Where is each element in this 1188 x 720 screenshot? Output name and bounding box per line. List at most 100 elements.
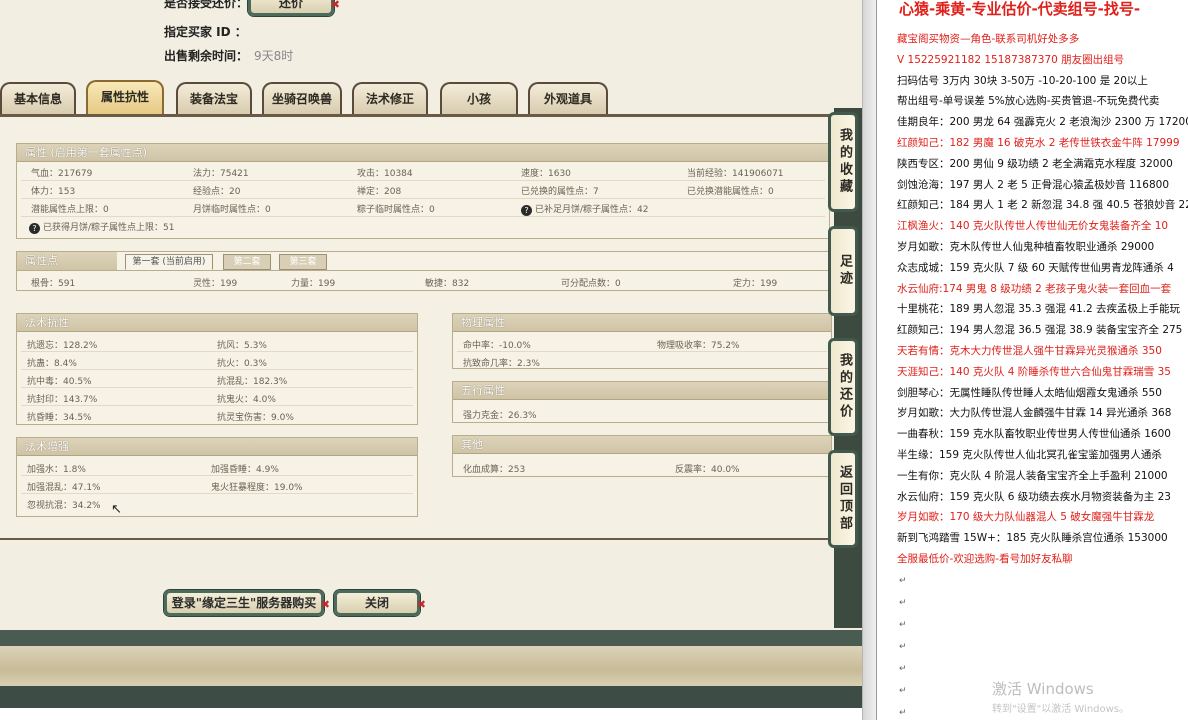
resist-lingbao: 抗灵宝伤害：9.0% — [217, 413, 294, 423]
tab-basic-info[interactable]: 基本信息 — [0, 82, 76, 114]
mouse-cursor-icon: ↖ — [111, 502, 122, 517]
activate-windows-watermark: 激活 Windows — [992, 680, 1094, 698]
tab-attributes[interactable]: 属性抗性 — [86, 80, 164, 114]
boost-water: 加强水：1.8% — [27, 465, 86, 475]
attr-mp: 法力：75421 — [193, 169, 249, 179]
note-line: 陕西专区：200 男仙 9 级功绩 2 老全满霜克水程度 32000 — [897, 157, 1173, 170]
point-spirit: 灵性：199 — [193, 279, 238, 289]
tab-equipment[interactable]: 装备法宝 — [176, 82, 252, 114]
note-line: 天涯知己：140 克火队 4 阶睡杀传世六合仙鬼甘霖瑞雪 35 — [897, 365, 1171, 378]
login-buy-button[interactable]: 登录"缘定三生"服务器购买 ✖ — [164, 590, 330, 616]
resist-ghostfire: 抗鬼火：4.0% — [217, 395, 276, 405]
attr-speed: 速度：1630 — [521, 169, 571, 179]
activate-windows-subtext: 转到"设置"以激活 Windows。 — [992, 704, 1130, 715]
note-line: 众志成城：159 克火队 7 级 60 天赋传世仙男青龙阵通杀 4 — [897, 261, 1174, 274]
other-panel: 其他 化血成算：253 反震率：40.0% — [452, 435, 832, 477]
attr-exp-points: 经验点：20 — [193, 187, 241, 197]
attr-exchanged-potential: 已兑换潜能属性点：0 — [687, 187, 774, 197]
attr-attack: 攻击：10384 — [357, 169, 413, 179]
note-line: 扫码估号 3万内 30块 3-50万 -10-20-100 是 20以上 — [897, 74, 1148, 87]
note-line: 剑胆琴心：无属性睡队传世睡人太皓仙烟霞女鬼通杀 550 — [897, 386, 1162, 399]
note-line: 一生有你：克火队 4 阶混人装备宝宝齐全上手盈利 21000 — [897, 469, 1168, 482]
paragraph-mark-icon: ↵ — [899, 597, 907, 608]
notes-document[interactable]: 心猿-乘黄-专业估价-代卖组号-找号- 藏宝阁买物资—角色-联系司机好处多多 V … — [876, 0, 1188, 720]
anti-crit: 抗致命几率：2.3% — [463, 359, 540, 369]
paragraph-mark-icon: ↵ — [899, 575, 907, 586]
footer-band — [0, 630, 862, 646]
close-x-icon: ✖ — [320, 598, 330, 611]
spell-resist-panel: 法术抗性 抗遗忘：128.2% 抗蛊：8.4% 抗中毒：40.5% 抗封印：14… — [16, 313, 418, 425]
attr-filled-points: ? 已补足月饼/粽子属性点：42 — [521, 202, 649, 216]
paragraph-mark-icon: ↵ — [899, 707, 907, 718]
attr-hp: 气血：217679 — [31, 169, 93, 179]
note-line: 半生缘：159 克火队传世人仙北冥孔雀宝鉴加强男人通杀 — [897, 449, 1162, 461]
spell-boost-title: 法术增强 — [17, 438, 417, 456]
counter-offer-button[interactable]: 还价 ✖ — [248, 0, 340, 16]
tab-bar: 基本信息 属性抗性 装备法宝 坐骑召唤兽 法术修正 小孩 外观道具 — [0, 80, 862, 114]
game-window: 是否接受还价： 还价 ✖ 指定买家 ID ： 出售剩余时间： 9天8时 基本信息 属… — [0, 0, 862, 720]
resist-gu: 抗蛊：8.4% — [27, 359, 77, 369]
paragraph-mark-icon: ↵ — [899, 641, 907, 652]
my-counter-offers-button[interactable]: 我的还价 — [828, 338, 858, 436]
notes-title: 心猿-乘黄-专业估价-代卖组号-找号- — [899, 0, 1141, 18]
subtab-set-2[interactable]: 第二套 — [223, 254, 271, 270]
note-line: 十里桃花：189 男人忽混 35.3 强混 41.2 去疾孟极上手能玩 — [897, 303, 1180, 316]
boost-confusion: 加强混乱：47.1% — [27, 483, 101, 493]
help-icon[interactable]: ? — [521, 205, 532, 216]
note-line: 剑蚀沧海：197 男人 2 老 5 正骨混心猿孟极妙音 116800 — [897, 178, 1170, 191]
attr-mooncake-temp: 月饼临时属性点：0 — [193, 205, 271, 215]
resist-fire: 抗火：0.3% — [217, 359, 267, 369]
wuxing-panel: 五行属性 强力克金：26.3% — [452, 381, 832, 423]
attributes-content: 属性 (启用第一套属性点) 气血：217679 法力：75421 攻击：1038… — [0, 114, 848, 540]
tab-appearance[interactable]: 外观道具 — [528, 82, 608, 114]
attr-exp: 当前经验：141906071 — [687, 169, 784, 179]
point-focus: 定力：199 — [733, 279, 778, 289]
note-line: 帮出组号-单号误差 5%放心选购-买贵管退-不玩免费代卖 — [897, 95, 1160, 108]
attr-potential-cap: 潜能属性点上限：0 — [31, 205, 109, 215]
note-line: 岁月如歌：170 级大力队仙器混人 5 破女魔强牛甘霖龙 — [897, 511, 1155, 524]
attr-zongzi-temp: 粽子临时属性点：0 — [357, 205, 435, 215]
wuxing-title: 五行属性 — [453, 382, 831, 400]
attr-obtained-cap: ? 已获得月饼/粽子属性点上限：51 — [29, 220, 175, 234]
close-button[interactable]: 关闭 ✖ — [334, 590, 426, 616]
window-divider[interactable] — [862, 0, 876, 720]
subtab-set-1[interactable]: 第一套 (当前启用) — [125, 254, 213, 270]
spell-resist-title: 法术抗性 — [17, 314, 417, 332]
back-to-top-button[interactable]: 返回顶部 — [828, 450, 858, 548]
attribute-panel-title: 属性 (启用第一套属性点) — [17, 144, 829, 162]
time-left: 出售剩余时间： 9天8时 — [164, 49, 294, 63]
attr-exchanged-points: 已兑换的属性点：7 — [521, 187, 599, 197]
resist-seal: 抗封印：143.7% — [27, 395, 98, 405]
note-line: 岁月如歌：大力队传世混人金麟强牛甘霖 14 异光通杀 368 — [897, 407, 1172, 420]
physical-panel: 物理属性 命中率：-10.0% 抗致命几率：2.3% 物理吸收率：75.2% — [452, 313, 832, 369]
footprint-button[interactable]: 足迹 — [828, 226, 858, 316]
boost-sleep: 加强昏睡：4.9% — [211, 465, 279, 475]
tab-mounts[interactable]: 坐骑召唤兽 — [262, 82, 342, 114]
point-strength: 力量：199 — [291, 279, 336, 289]
buyer-id-label: 指定买家 ID ： — [164, 25, 247, 39]
hit-rate: 命中率：-10.0% — [463, 341, 531, 351]
tab-children[interactable]: 小孩 — [440, 82, 518, 114]
help-icon[interactable]: ? — [29, 223, 40, 234]
point-allocatable: 可分配点数：0 — [561, 279, 621, 289]
note-line: 一曲春秋：159 克水队畜牧职业传世男人传世仙通杀 1600 — [897, 428, 1171, 441]
resist-confusion: 抗混乱：182.3% — [217, 377, 288, 387]
paragraph-mark-icon: ↵ — [899, 685, 907, 696]
resist-wind: 抗风：5.3% — [217, 341, 267, 351]
note-line: 江枫渔火：140 克火队传世人传世仙无价女鬼装备齐全 10 — [897, 220, 1169, 233]
physical-title: 物理属性 — [453, 314, 831, 332]
tab-spell-mod[interactable]: 法术修正 — [352, 82, 428, 114]
note-line: 水云仙府：159 克火队 6 级功绩去疾水月物资装备为主 23 — [897, 490, 1171, 503]
note-line: 新到飞鸿踏雪 15W+：185 克火队睡杀宫位通杀 153000 — [897, 532, 1168, 545]
counter-offer-label: 是否接受还价： — [164, 0, 249, 10]
subtab-set-3[interactable]: 第三套 — [279, 254, 327, 270]
resist-forget: 抗遗忘：128.2% — [27, 341, 98, 351]
footer-bottom — [0, 708, 862, 720]
note-line: 红颜知己：182 男魔 16 破克水 2 老传世铁衣金牛阵 17999 — [897, 137, 1180, 149]
note-line: V 15225921182 15187387370 朋友圈出组号 — [897, 53, 1125, 66]
my-favorites-button[interactable]: 我的收藏 — [828, 112, 858, 212]
paragraph-mark-icon: ↵ — [899, 663, 907, 674]
point-constitution: 根骨：591 — [31, 279, 76, 289]
points-panel-title: 属性点 — [17, 252, 117, 270]
physical-absorb: 物理吸收率：75.2% — [657, 341, 740, 351]
